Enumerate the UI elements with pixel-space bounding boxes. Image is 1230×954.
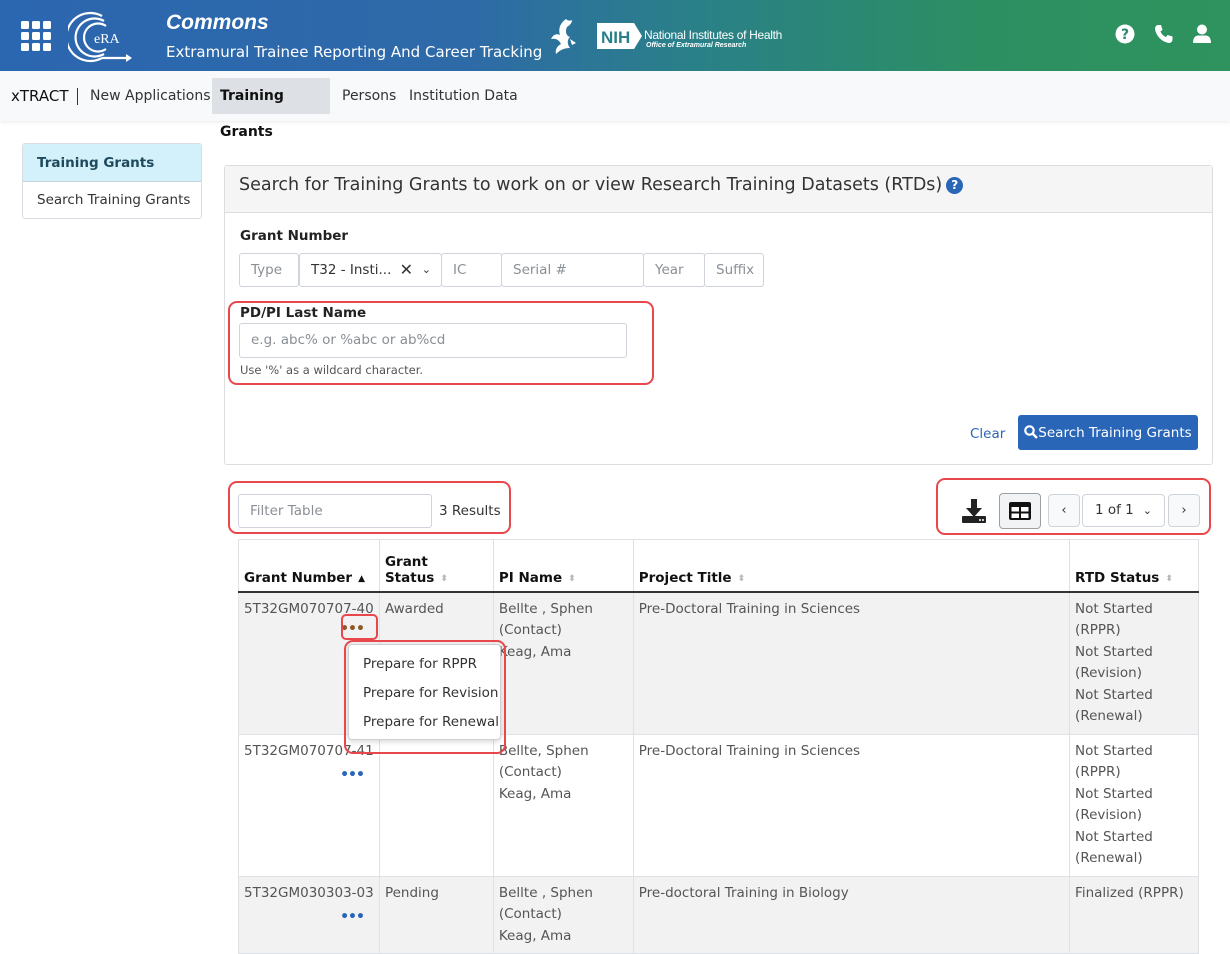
page-select-value: 1 of 1 — [1095, 502, 1134, 518]
column-header-grant-status[interactable]: Grant Status ⬍ — [378, 539, 494, 593]
main-nav: xTRACT New Applications Training Grants … — [0, 71, 1230, 140]
search-button-label: Search Training Grants — [1038, 424, 1192, 441]
table-row: 5T32GM070707-41 ••• Bellte, Sphen (Contact… — [238, 733, 1199, 877]
menu-item-prepare-renewal[interactable]: Prepare for Renewal — [349, 711, 500, 740]
table-icon — [1009, 502, 1031, 520]
user-icon[interactable] — [1192, 24, 1212, 44]
table-view-toggle[interactable] — [999, 493, 1041, 529]
rtd-status: Not Started (RPPR) Not Started (Revision)… — [1069, 733, 1199, 877]
brand-xtract[interactable]: xTRACT — [11, 88, 78, 105]
column-header-rtd-status[interactable]: RTD Status ⬍ — [1069, 539, 1199, 593]
pi-last-name-input[interactable]: e.g. abc% or %abc or ab%cd — [239, 323, 627, 358]
filter-table-input[interactable] — [238, 494, 432, 528]
results-count: 3 Results — [439, 503, 501, 519]
rtd-status: Not Started (RPPR) Not Started (Revision)… — [1069, 591, 1199, 735]
chevron-down-icon[interactable]: ⌄ — [422, 254, 431, 286]
nih-office: Office of Extramural Research — [646, 42, 747, 49]
nav-institution-data[interactable]: Institution Data — [401, 78, 526, 114]
wildcard-hint: Use '%' as a wildcard character. — [240, 363, 424, 377]
serial-number-input[interactable]: Serial # — [501, 253, 644, 287]
apps-grid-icon[interactable] — [21, 21, 51, 51]
download-icon[interactable] — [960, 497, 988, 525]
search-training-grants-button[interactable]: Search Training Grants — [1018, 415, 1198, 450]
grant-status: Pending — [378, 875, 494, 954]
nav-persons[interactable]: Persons — [334, 78, 404, 114]
grant-number: 5T32GM030303-03 — [244, 884, 374, 901]
svg-text:NIH: NIH — [601, 28, 630, 47]
suffix-input[interactable]: Suffix — [704, 253, 764, 287]
training-grants-table: Grant Number ▲ Grant Status ⬍ PI Name ⬍ Proj… — [238, 539, 1199, 954]
row-actions-icon[interactable]: ••• — [244, 768, 374, 782]
app-subtitle: Extramural Trainee Reporting And Career … — [166, 43, 543, 61]
sidebar-heading[interactable]: Training Grants — [23, 144, 201, 182]
pi-name: Bellte , Sphen (Contact) Keag, Ama — [492, 875, 634, 954]
project-title: Pre-doctoral Training in Biology — [632, 875, 1071, 954]
pi-name: Bellte , Sphen (Contact) Keag, Ama — [492, 591, 634, 735]
sidebar-item-search-training-grants[interactable]: Search Training Grants — [23, 182, 201, 218]
search-panel: Search for Training Grants to work on or… — [224, 165, 1213, 465]
row-actions-icon[interactable]: ••• — [244, 622, 374, 636]
project-title: Pre-Doctoral Training in Sciences — [632, 591, 1071, 735]
sort-icon[interactable]: ⬍ — [568, 574, 576, 584]
clear-selection-icon[interactable]: ✕ — [400, 254, 413, 286]
pi-last-name-label: PD/PI Last Name — [240, 305, 367, 321]
panel-title: Search for Training Grants to work on or… — [239, 175, 943, 195]
help-icon[interactable]: ? — [1115, 24, 1135, 44]
clear-link[interactable]: Clear — [970, 426, 1005, 442]
table-row: 5T32GM030303-03 ••• Pending Bellte , Sphe… — [238, 875, 1199, 954]
activity-code-select[interactable]: T32 - Insti... ✕ ⌄ — [299, 253, 442, 287]
grant-type-input[interactable]: Type — [239, 253, 299, 287]
column-header-project-title[interactable]: Project Title ⬍ — [632, 539, 1071, 593]
row-actions-icon[interactable]: ••• — [244, 910, 374, 924]
menu-item-prepare-revision[interactable]: Prepare for Revision — [349, 682, 500, 711]
row-actions-menu: Prepare for RPPR Prepare for Revision Pr… — [348, 644, 501, 740]
search-icon — [1024, 424, 1039, 439]
rtd-status: Finalized (RPPR) — [1069, 875, 1199, 954]
project-title: Pre-Doctoral Training in Sciences — [632, 733, 1071, 877]
grant-number-label: Grant Number — [240, 228, 349, 244]
app-header: eRA Commons Extramural Trainee Reporting… — [0, 0, 1230, 71]
help-icon[interactable]: ? — [946, 177, 964, 194]
column-header-grant-number[interactable]: Grant Number ▲ — [238, 539, 380, 593]
nav-training-grants[interactable]: Training Grants — [212, 78, 330, 140]
sort-ascending-icon[interactable]: ▲ — [358, 574, 365, 584]
menu-item-prepare-rppr[interactable]: Prepare for RPPR — [349, 653, 500, 682]
column-header-pi-name[interactable]: PI Name ⬍ — [492, 539, 634, 593]
svg-text:?: ? — [1121, 27, 1129, 43]
chevron-down-icon: ⌄ — [1142, 504, 1152, 517]
next-page-button[interactable]: › — [1168, 494, 1200, 527]
grant-number: 5T32GM070707-40 — [244, 600, 374, 617]
hhs-eagle-icon — [551, 19, 576, 54]
era-logo: eRA — [68, 11, 132, 63]
svg-text:eRA: eRA — [94, 32, 121, 47]
sidebar: Training Grants Search Training Grants — [22, 143, 202, 219]
sort-icon[interactable]: ⬍ — [440, 574, 448, 584]
pi-name: Bellte, Sphen (Contact) Keag, Ama — [492, 733, 634, 877]
search-panel-heading: Search for Training Grants to work on or… — [225, 166, 1212, 213]
previous-page-button[interactable]: ‹ — [1048, 494, 1080, 527]
grant-number: 5T32GM070707-41 — [244, 742, 374, 759]
sort-icon[interactable]: ⬍ — [1165, 574, 1173, 584]
app-title: Commons — [166, 11, 269, 34]
activity-code-value: T32 - Insti... — [311, 262, 392, 278]
nih-name: National Institutes of Health — [644, 28, 783, 42]
sort-icon[interactable]: ⬍ — [738, 574, 746, 584]
page-select[interactable]: 1 of 1 ⌄ — [1082, 494, 1165, 527]
phone-icon[interactable] — [1154, 24, 1174, 44]
grant-status — [378, 733, 494, 877]
ic-input[interactable]: IC — [441, 253, 502, 287]
nih-logo: NIH — [597, 23, 642, 49]
year-input[interactable]: Year — [643, 253, 705, 287]
nav-new-applications[interactable]: New Applications — [82, 78, 219, 114]
